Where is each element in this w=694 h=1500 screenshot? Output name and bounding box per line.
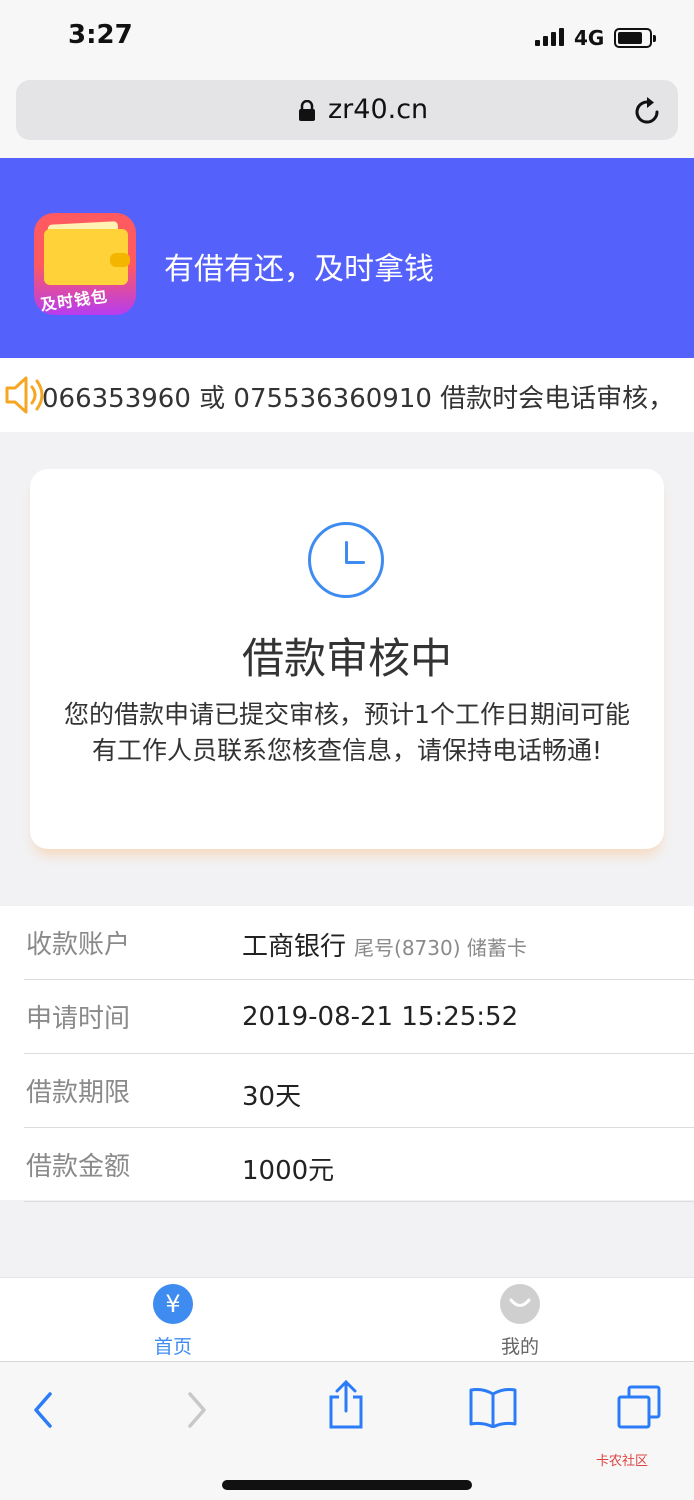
- bookmarks-icon[interactable]: [468, 1386, 518, 1428]
- loan-details: 收款账户 工商银行 尾号(8730) 储蓄卡 申请时间 2019-08-21 15…: [0, 906, 694, 1202]
- watermark: 卡农社区: [596, 1454, 649, 1469]
- back-icon[interactable]: [30, 1390, 56, 1430]
- forward-icon[interactable]: [184, 1390, 210, 1430]
- detail-label: 申请时间: [26, 1004, 131, 1034]
- detail-row-term: 借款期限 30天: [24, 1054, 694, 1128]
- detail-value: 30天: [242, 1082, 302, 1112]
- detail-row-amount: 借款金额 1000元: [24, 1128, 694, 1202]
- signal-icon: [535, 28, 564, 46]
- reload-icon[interactable]: [634, 96, 662, 126]
- detail-value: 2019-08-21 15:25:52: [242, 1002, 519, 1032]
- status-description: 您的借款申请已提交审核，预计1个工作日期间可能有工作人员联系您核查信息，请保持电…: [64, 700, 630, 765]
- lock-icon: [299, 100, 315, 121]
- smile-icon: [500, 1284, 540, 1324]
- notice-text: 066353960 或 075536360910 借款时会电话审核，: [42, 384, 675, 414]
- header-banner: 及时钱包 有借有还，及时拿钱: [0, 158, 694, 358]
- detail-label: 借款期限: [26, 1078, 131, 1108]
- battery-icon: [614, 28, 656, 48]
- status-time: 3:27: [68, 20, 133, 50]
- share-icon[interactable]: [326, 1380, 366, 1430]
- review-status-card: 借款审核中 您的借款申请已提交审核，预计1个工作日期间可能有工作人员联系您核查信…: [30, 469, 664, 849]
- detail-value: 1000元: [242, 1156, 335, 1186]
- bank-name: 工商银行: [242, 932, 347, 962]
- browser-toolbar: 卡农社区: [0, 1361, 694, 1500]
- address-bar[interactable]: zr40.cn: [16, 80, 678, 140]
- url-text: zr40.cn: [328, 94, 429, 125]
- card-suffix: 尾号(8730) 储蓄卡: [354, 936, 527, 960]
- detail-label: 收款账户: [26, 930, 131, 960]
- status-title: 借款审核中: [241, 634, 452, 683]
- logo-text: 及时钱包: [39, 286, 110, 315]
- detail-value: 工商银行 尾号(8730) 储蓄卡: [242, 926, 527, 963]
- tab-mine[interactable]: 我的: [460, 1284, 580, 1359]
- tab-home[interactable]: ¥ 首页: [113, 1284, 233, 1359]
- detail-row-account: 收款账户 工商银行 尾号(8730) 储蓄卡: [24, 906, 694, 980]
- clock-icon: [308, 522, 384, 598]
- status-bar: 3:27 4G: [0, 0, 694, 74]
- notice-marquee: 066353960 或 075536360910 借款时会电话审核，: [0, 358, 694, 432]
- network-label: 4G: [574, 26, 605, 50]
- tab-mine-label: 我的: [500, 1336, 539, 1358]
- detail-row-time: 申请时间 2019-08-21 15:25:52: [24, 980, 694, 1054]
- app-logo: 及时钱包: [34, 213, 136, 315]
- browser-address-area: zr40.cn: [0, 74, 694, 158]
- tab-home-label: 首页: [153, 1336, 192, 1358]
- yen-icon: ¥: [153, 1284, 193, 1324]
- detail-label: 借款金额: [26, 1152, 131, 1182]
- slogan: 有借有还，及时拿钱: [164, 252, 434, 287]
- tabs-icon[interactable]: [616, 1384, 662, 1430]
- home-indicator: [222, 1480, 472, 1490]
- tab-bar: ¥ 首页 我的: [0, 1277, 694, 1361]
